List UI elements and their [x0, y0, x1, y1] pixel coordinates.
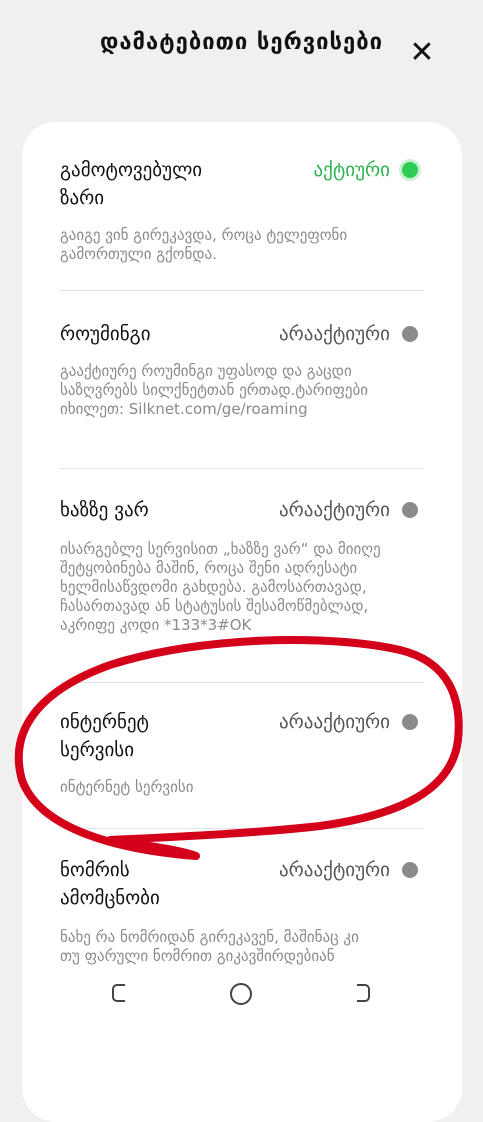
status-dot [402, 714, 418, 730]
status-label: არააქტიური [279, 499, 390, 521]
close-icon[interactable]: ✕ [407, 38, 437, 68]
status-label: არააქტიური [279, 859, 390, 881]
page-title: დამატებითი სერვისები [99, 30, 384, 55]
service-description: ისარგებლე სერვისით „ხაზზე ვარ“ და მიიღე … [60, 540, 381, 634]
service-item-missed-call[interactable]: გამოტოვებული ზარი აქტიური გაიგე ვინ გირე… [60, 156, 418, 276]
divider [60, 828, 424, 829]
system-navbar [0, 975, 483, 1024]
status-label: არააქტიური [279, 323, 390, 345]
header: დამატებითი სერვისები ✕ [0, 0, 483, 110]
home-icon[interactable] [226, 981, 256, 1011]
status-dot [402, 502, 418, 518]
divider [60, 468, 424, 469]
status-dot [402, 862, 418, 878]
service-description: ინტერნეტ სერვისი [60, 778, 194, 796]
service-title: გამოტოვებული ზარი [60, 159, 203, 209]
service-title: როუმინგი [60, 323, 151, 345]
service-title: ინტერნეტ სერვისი [60, 711, 149, 761]
back-icon[interactable] [106, 981, 136, 1011]
status-dot [402, 326, 418, 342]
status-label: აქტიური [313, 159, 390, 181]
divider [60, 682, 424, 683]
service-title: ხაზზე ვარ [60, 499, 149, 521]
service-item-caller-id[interactable]: ნომრის ამომცნობი არააქტიური ნახე რა ნომრ… [60, 856, 418, 986]
service-item-roaming[interactable]: როუმინგი არააქტიური გააქტიურე როუმინგი უ… [60, 320, 418, 450]
divider [60, 290, 424, 291]
service-item-internet[interactable]: ინტერნეტ სერვისი არააქტიური ინტერნეტ სერ… [60, 708, 418, 818]
service-description: გააქტიურე როუმინგი უფასოდ და გაცდი საზღვ… [60, 362, 369, 418]
services-card: გამოტოვებული ზარი აქტიური გაიგე ვინ გირე… [22, 122, 462, 1122]
recents-icon[interactable] [346, 981, 376, 1011]
status-label: არააქტიური [279, 711, 390, 733]
service-description: გაიგე ვინ გირეკავდა, როცა ტელეფონი გამორ… [60, 226, 348, 263]
service-title: ნომრის ამომცნობი [60, 859, 160, 909]
status-dot [402, 162, 418, 178]
service-item-im-on-line[interactable]: ხაზზე ვარ არააქტიური ისარგებლე სერვისით … [60, 496, 418, 656]
service-description: ნახე რა ნომრიდან გირეკავენ, მაშინაც კი თ… [60, 928, 359, 965]
